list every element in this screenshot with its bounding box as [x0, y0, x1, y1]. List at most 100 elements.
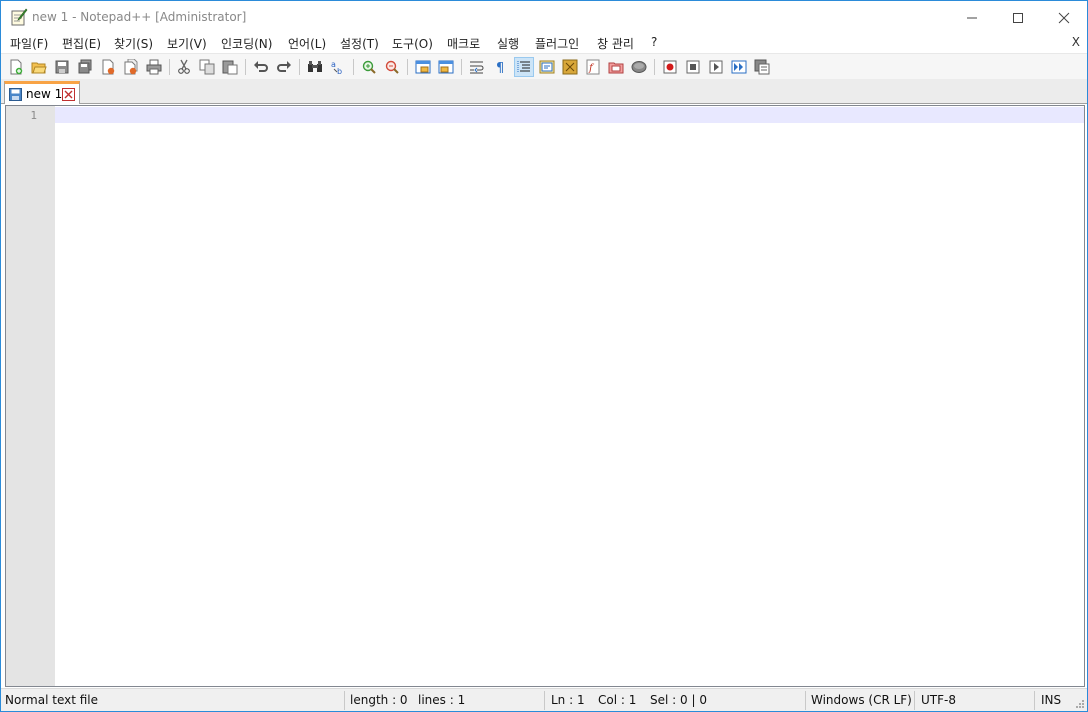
stop-macro-icon: [686, 60, 700, 74]
close-all-icon: [124, 59, 138, 75]
tab-bar: new 1: [1, 79, 1087, 104]
save-button[interactable]: [52, 57, 72, 77]
editor-pane[interactable]: 1: [5, 105, 1085, 687]
replace-button[interactable]: ab: [328, 57, 348, 77]
status-column: Col : 1: [598, 693, 637, 707]
play-macro-button[interactable]: [706, 57, 726, 77]
close-all-button[interactable]: [121, 57, 141, 77]
copy-icon: [199, 59, 215, 75]
folder-workspace-icon: [608, 62, 624, 74]
find-icon: [308, 61, 322, 72]
run-macro-multiple-button[interactable]: [729, 57, 749, 77]
status-encoding[interactable]: UTF-8: [921, 689, 956, 712]
copy-button[interactable]: [197, 57, 217, 77]
resize-grip-icon[interactable]: [1075, 699, 1085, 709]
toolbar-separator: [461, 59, 462, 75]
status-bar: Normal text file length : 0 lines : 1 Ln…: [1, 688, 1087, 711]
tab-new-1[interactable]: new 1: [4, 81, 80, 104]
new-file-icon: [10, 59, 23, 75]
status-lines: lines : 1: [418, 693, 466, 707]
zoom-out-button[interactable]: [382, 57, 402, 77]
undo-button[interactable]: [251, 57, 271, 77]
close-document-button[interactable]: X: [1072, 35, 1080, 49]
status-insert-mode[interactable]: INS: [1041, 689, 1061, 712]
status-divider: [914, 691, 915, 710]
monitoring-icon: [631, 61, 647, 73]
close-icon: [102, 59, 115, 75]
minimize-icon: [967, 17, 977, 18]
find-button[interactable]: [305, 57, 325, 77]
window-title: new 1 - Notepad++ [Administrator]: [32, 10, 247, 24]
function-list-button[interactable]: f: [583, 57, 603, 77]
new-file-button[interactable]: [6, 57, 26, 77]
user-language-button[interactable]: [537, 57, 557, 77]
line-number: 1: [30, 109, 37, 122]
tab-label: new 1: [26, 87, 63, 101]
menu-view[interactable]: 보기(V): [167, 35, 207, 52]
record-macro-icon: [663, 60, 677, 74]
run-macro-multiple-icon: [731, 60, 747, 74]
sync-vertical-button[interactable]: [413, 57, 433, 77]
status-file-type: Normal text file: [5, 693, 99, 707]
svg-text:¶: ¶: [496, 61, 504, 75]
toolbar-separator: [299, 59, 300, 75]
menu-bar: 파일(F) 편집(E) 찾기(S) 보기(V) 인코딩(N) 언어(L) 설정(…: [1, 34, 1087, 53]
maximize-button[interactable]: [995, 1, 1041, 34]
paste-button[interactable]: [220, 57, 240, 77]
word-wrap-icon: [470, 61, 484, 74]
redo-icon: [277, 61, 291, 72]
monitoring-button[interactable]: [629, 57, 649, 77]
menu-language[interactable]: 언어(L): [288, 35, 326, 52]
save-all-button[interactable]: [75, 57, 95, 77]
word-wrap-button[interactable]: [467, 57, 487, 77]
menu-plugins[interactable]: 플러그인: [535, 35, 579, 52]
save-icon: [55, 60, 69, 74]
menu-tools[interactable]: 도구(O): [392, 35, 433, 52]
doc-map-button[interactable]: [560, 57, 580, 77]
status-divider: [344, 691, 345, 710]
close-button[interactable]: [1041, 1, 1087, 34]
menu-settings[interactable]: 설정(T): [340, 35, 379, 52]
menu-edit[interactable]: 편집(E): [62, 35, 101, 52]
saved-file-icon: [9, 88, 22, 101]
replace-icon: ab: [331, 60, 342, 75]
open-file-button[interactable]: [29, 57, 49, 77]
minimize-button[interactable]: [949, 1, 995, 34]
save-macro-button[interactable]: [752, 57, 772, 77]
status-divider: [805, 691, 806, 710]
menu-macro[interactable]: 매크로: [447, 35, 480, 52]
tab-close-icon[interactable]: [62, 88, 75, 101]
show-all-chars-button[interactable]: ¶: [490, 57, 510, 77]
doc-map-icon: [562, 59, 578, 75]
close-file-button[interactable]: [98, 57, 118, 77]
toolbar-separator: [245, 59, 246, 75]
redo-button[interactable]: [274, 57, 294, 77]
menu-run[interactable]: 실행: [497, 35, 519, 52]
status-divider: [544, 691, 545, 710]
function-list-icon: f: [586, 59, 600, 75]
menu-window[interactable]: 창 관리: [597, 35, 634, 52]
indent-guide-button[interactable]: [514, 57, 534, 77]
sync-horizontal-button[interactable]: [436, 57, 456, 77]
zoom-in-button[interactable]: [359, 57, 379, 77]
cut-icon: [178, 59, 190, 74]
print-button[interactable]: [144, 57, 164, 77]
text-area[interactable]: [55, 106, 1084, 686]
toolbar-separator: [654, 59, 655, 75]
cut-button[interactable]: [174, 57, 194, 77]
title-bar[interactable]: new 1 - Notepad++ [Administrator]: [1, 1, 1087, 34]
menu-search[interactable]: 찾기(S): [114, 35, 153, 52]
status-eol[interactable]: Windows (CR LF): [811, 689, 912, 712]
stop-macro-button[interactable]: [683, 57, 703, 77]
folder-workspace-button[interactable]: [606, 57, 626, 77]
maximize-icon: [1013, 12, 1023, 23]
status-divider: [1034, 691, 1035, 710]
menu-encoding[interactable]: 인코딩(N): [221, 35, 272, 52]
user-language-icon: [539, 60, 555, 74]
zoom-in-icon: [362, 60, 376, 74]
record-macro-button[interactable]: [660, 57, 680, 77]
status-selection: Sel : 0 | 0: [650, 693, 707, 707]
status-line: Ln : 1: [551, 693, 585, 707]
menu-help[interactable]: ?: [651, 35, 657, 49]
menu-file[interactable]: 파일(F): [10, 35, 48, 52]
